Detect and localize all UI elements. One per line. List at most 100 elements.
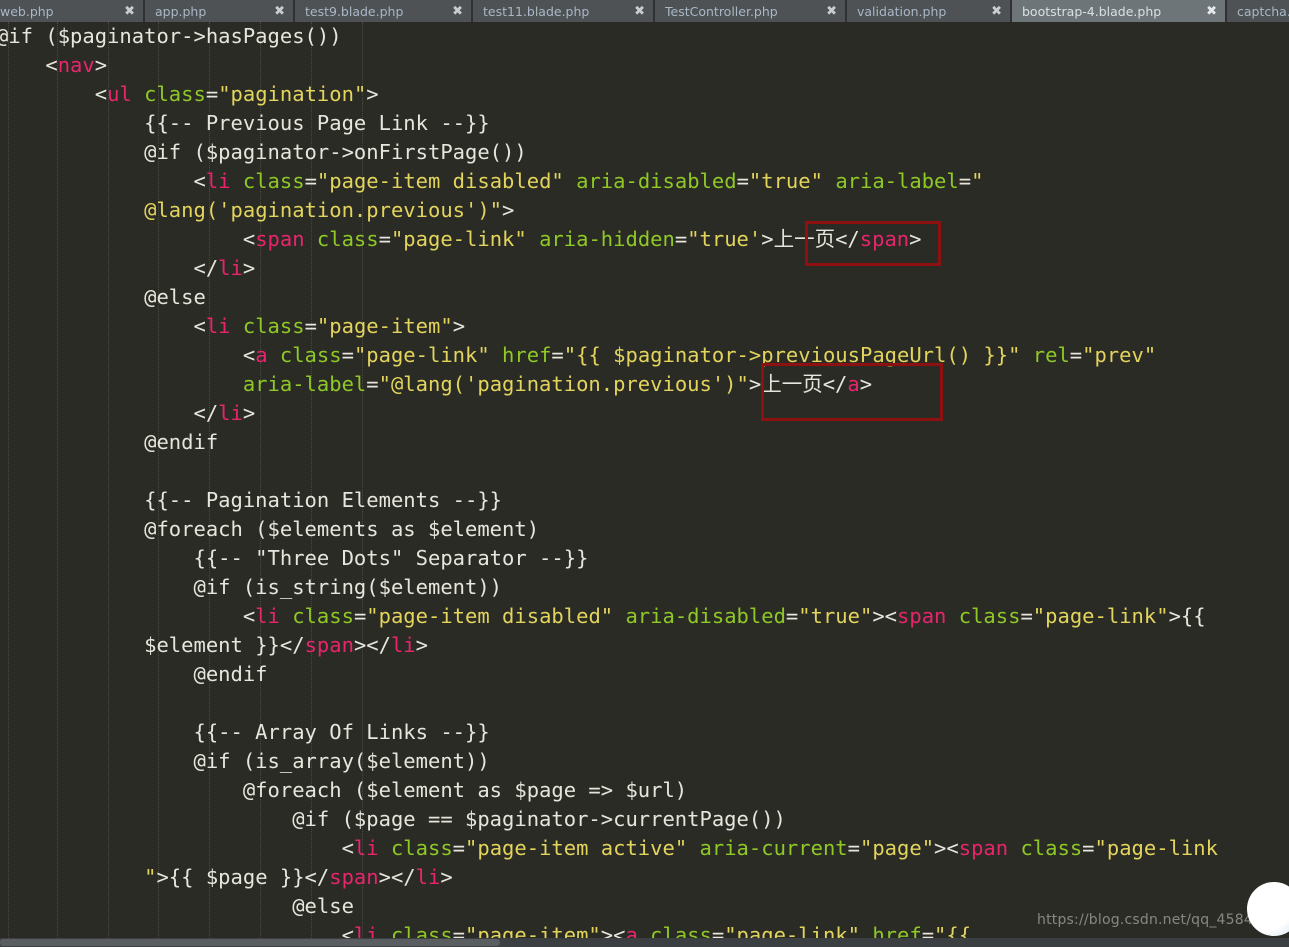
code-token: span <box>859 227 910 251</box>
code-line[interactable]: @if ($paginator->onFirstPage()) <box>0 138 1218 167</box>
code-line[interactable]: <nav> <box>0 51 1218 80</box>
close-icon[interactable]: ✖ <box>826 5 837 18</box>
code-token: > <box>242 401 256 425</box>
code-line[interactable]: <span class="page-link" aria-hidden="tru… <box>0 225 1218 254</box>
close-icon[interactable]: ✖ <box>634 5 645 18</box>
code-line[interactable]: <li class="page-item"> <box>0 312 1218 341</box>
code-token: span <box>958 836 1009 860</box>
horizontal-scrollbar-thumb[interactable] <box>0 939 500 946</box>
code-token: class <box>242 314 305 338</box>
code-line[interactable]: $element }}</span></li> <box>0 631 1218 660</box>
close-icon[interactable]: ✖ <box>452 5 463 18</box>
code-token: "page-item disabled" <box>366 604 614 628</box>
editor-tab-test9-blade-php[interactable]: test9.blade.php ✖ <box>295 0 473 22</box>
code-token: >上一页</ <box>761 227 860 251</box>
code-content[interactable]: @if ($paginator->hasPages()) <nav> <ul c… <box>0 22 1218 938</box>
code-token: a <box>255 343 268 367</box>
code-token: "page-link" <box>1032 604 1169 628</box>
code-token: {{-- Previous Page Link --}} <box>0 111 490 135</box>
code-line[interactable]: <a class="page-link" href="{{ $paginator… <box>0 341 1218 370</box>
code-line[interactable]: {{-- Pagination Elements --}} <box>0 486 1218 515</box>
close-icon[interactable]: ✖ <box>991 5 1002 18</box>
code-line[interactable]: aria-label="@lang('pagination.previous')… <box>0 370 1218 399</box>
code-line[interactable]: {{-- Previous Page Link --}} <box>0 109 1218 138</box>
code-token: li <box>218 256 243 280</box>
code-line[interactable] <box>0 457 1218 486</box>
horizontal-scrollbar[interactable] <box>0 938 1289 947</box>
code-token: >{{ <box>1168 604 1206 628</box>
code-line[interactable]: ">{{ $page }}</span></li> <box>0 863 1218 892</box>
editor-tab-bootstrap-4-blade-php[interactable]: bootstrap-4.blade.php ✖ <box>1012 0 1227 22</box>
code-line[interactable]: <li class="page-item"><a class="page-lin… <box>0 921 1218 938</box>
code-token: ></ <box>353 633 391 657</box>
code-token: < <box>45 53 58 77</box>
code-line[interactable]: @foreach ($elements as $element) <box>0 515 1218 544</box>
code-line[interactable]: <ul class="pagination"> <box>0 80 1218 109</box>
code-token: < <box>242 343 256 367</box>
code-line[interactable]: @if ($page == $paginator->currentPage()) <box>0 805 1218 834</box>
code-token: @foreach ($elements as $element) <box>0 517 540 541</box>
code-line[interactable]: @if (is_string($element)) <box>0 573 1218 602</box>
code-line[interactable]: @endif <box>0 428 1218 457</box>
code-line[interactable]: {{-- "Three Dots" Separator --}} <box>0 544 1218 573</box>
code-line[interactable]: @if ($paginator->hasPages()) <box>0 22 1218 51</box>
code-token: >{{ $page }}</ <box>156 865 330 889</box>
code-token: @else <box>0 894 354 918</box>
editor-tab-captcha-php[interactable]: captcha.php✖ <box>1227 0 1289 22</box>
code-line[interactable]: <li class="page-item disabled" aria-disa… <box>0 602 1218 631</box>
editor-tab-testcontroller-php[interactable]: TestController.php ✖ <box>655 0 847 22</box>
code-line[interactable]: @else <box>0 892 1218 921</box>
code-token: < <box>341 923 354 938</box>
code-token: class <box>316 227 379 251</box>
code-token: @if ($paginator->hasPages()) <box>0 24 342 48</box>
code-line[interactable]: @lang('pagination.previous')"> <box>0 196 1218 225</box>
code-token: li <box>255 604 280 628</box>
code-token: class <box>650 923 712 938</box>
code-line[interactable]: @endif <box>0 660 1218 689</box>
code-token: span <box>329 865 379 889</box>
code-token: $element }}</ <box>144 633 305 657</box>
code-token: @if ($paginator->onFirstPage()) <box>0 140 527 164</box>
code-line[interactable]: </li> <box>0 399 1218 428</box>
code-token: "page-item" <box>465 923 601 938</box>
code-token: @if ($page == $paginator->currentPage()) <box>0 807 786 831</box>
code-token: li <box>353 836 379 860</box>
code-token: > <box>366 82 379 106</box>
code-editor-viewport[interactable]: @if ($paginator->hasPages()) <nav> <ul c… <box>0 22 1289 938</box>
editor-tab-bar[interactable]: web.php ✖ app.php ✖ test9.blade.php ✖ test11.b… <box>0 0 1289 23</box>
code-line[interactable] <box>0 689 1218 718</box>
code-line[interactable]: <li class="page-item active" aria-curren… <box>0 834 1218 863</box>
editor-tab-label: bootstrap-4.blade.php <box>1022 3 1162 19</box>
code-line[interactable]: @else <box>0 283 1218 312</box>
code-token: "true' <box>687 227 762 251</box>
code-line[interactable]: @if (is_array($element)) <box>0 747 1218 776</box>
code-token: li <box>390 633 416 657</box>
code-token: "page-link" <box>353 343 490 367</box>
code-token: @if (is_string($element)) <box>0 575 503 599</box>
close-icon[interactable]: ✖ <box>1206 5 1217 18</box>
editor-tab-test11-blade-php[interactable]: test11.blade.php ✖ <box>473 0 655 22</box>
code-line[interactable]: @foreach ($element as $page => $url) <box>0 776 1218 805</box>
code-token: li <box>353 923 379 938</box>
code-token: {{-- Pagination Elements --}} <box>0 488 503 512</box>
code-token: li <box>218 401 243 425</box>
code-token: = <box>304 314 317 338</box>
editor-tab-web-php[interactable]: web.php ✖ <box>0 0 145 22</box>
editor-tab-validation-php[interactable]: validation.php ✖ <box>847 0 1012 22</box>
editor-tab-app-php[interactable]: app.php ✖ <box>145 0 295 22</box>
code-line[interactable]: </li> <box>0 254 1218 283</box>
code-line[interactable]: <li class="page-item disabled" aria-disa… <box>0 167 1218 196</box>
code-token: >< <box>934 836 959 860</box>
code-token: li <box>205 314 231 338</box>
close-icon[interactable]: ✖ <box>124 5 135 18</box>
code-token: < <box>193 169 206 193</box>
code-line[interactable]: {{-- Array Of Links --}} <box>0 718 1218 747</box>
code-token: "page-link <box>1094 836 1218 860</box>
close-icon[interactable]: ✖ <box>274 5 285 18</box>
